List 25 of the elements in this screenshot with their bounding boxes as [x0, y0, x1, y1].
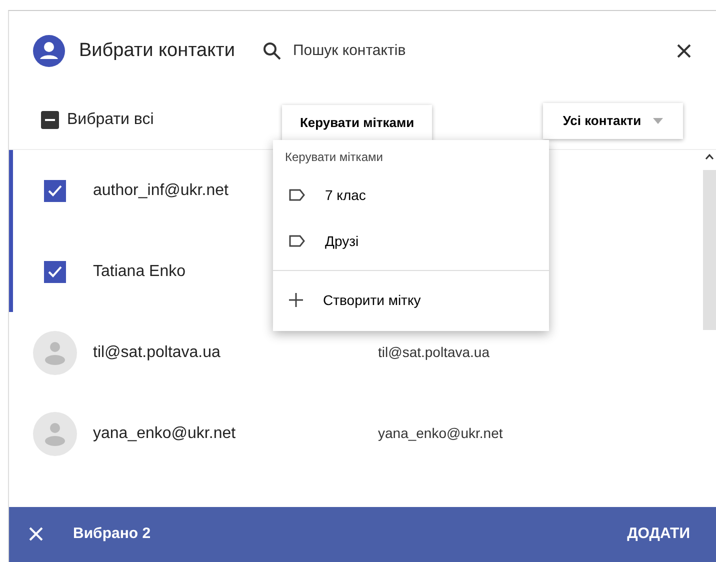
plus-icon: [289, 293, 303, 307]
select-all-label[interactable]: Вибрати всі: [67, 108, 154, 132]
contact-email: yana_enko@ukr.net: [378, 424, 503, 443]
selected-count: Вибрано 2: [73, 524, 152, 544]
contact-name: Tatiana Enko: [93, 262, 186, 280]
checkbox[interactable]: [44, 260, 66, 282]
contact-name: til@sat.poltava.ua: [93, 344, 220, 360]
contact-name: author_inf@ukr.net: [93, 182, 228, 198]
menu-item[interactable]: Створити мітку: [273, 277, 549, 323]
menu-heading: Керувати мітками: [284, 149, 384, 166]
contact-name: yana_enko@ukr.net: [93, 424, 236, 442]
menu-item[interactable]: Друзі: [273, 218, 549, 264]
add-button[interactable]: ДОДАТИ: [621, 522, 696, 547]
contacts-filter-dropdown[interactable]: Усі контакти: [543, 103, 683, 139]
caret-icon: [653, 118, 664, 124]
dialog-title: Вибрати контакти: [79, 38, 235, 63]
menu-item[interactable]: 7 клас: [273, 172, 549, 218]
label-icon: [289, 189, 305, 201]
label-icon: [289, 235, 305, 247]
manage-labels-button[interactable]: Керувати мітками: [282, 105, 432, 141]
select-all-checkbox[interactable]: [41, 111, 59, 129]
checkbox[interactable]: [44, 180, 66, 202]
contact-avatar-icon: [33, 35, 65, 67]
contact-email: til@sat.poltava.ua: [378, 343, 490, 362]
search-icon: [262, 42, 281, 60]
